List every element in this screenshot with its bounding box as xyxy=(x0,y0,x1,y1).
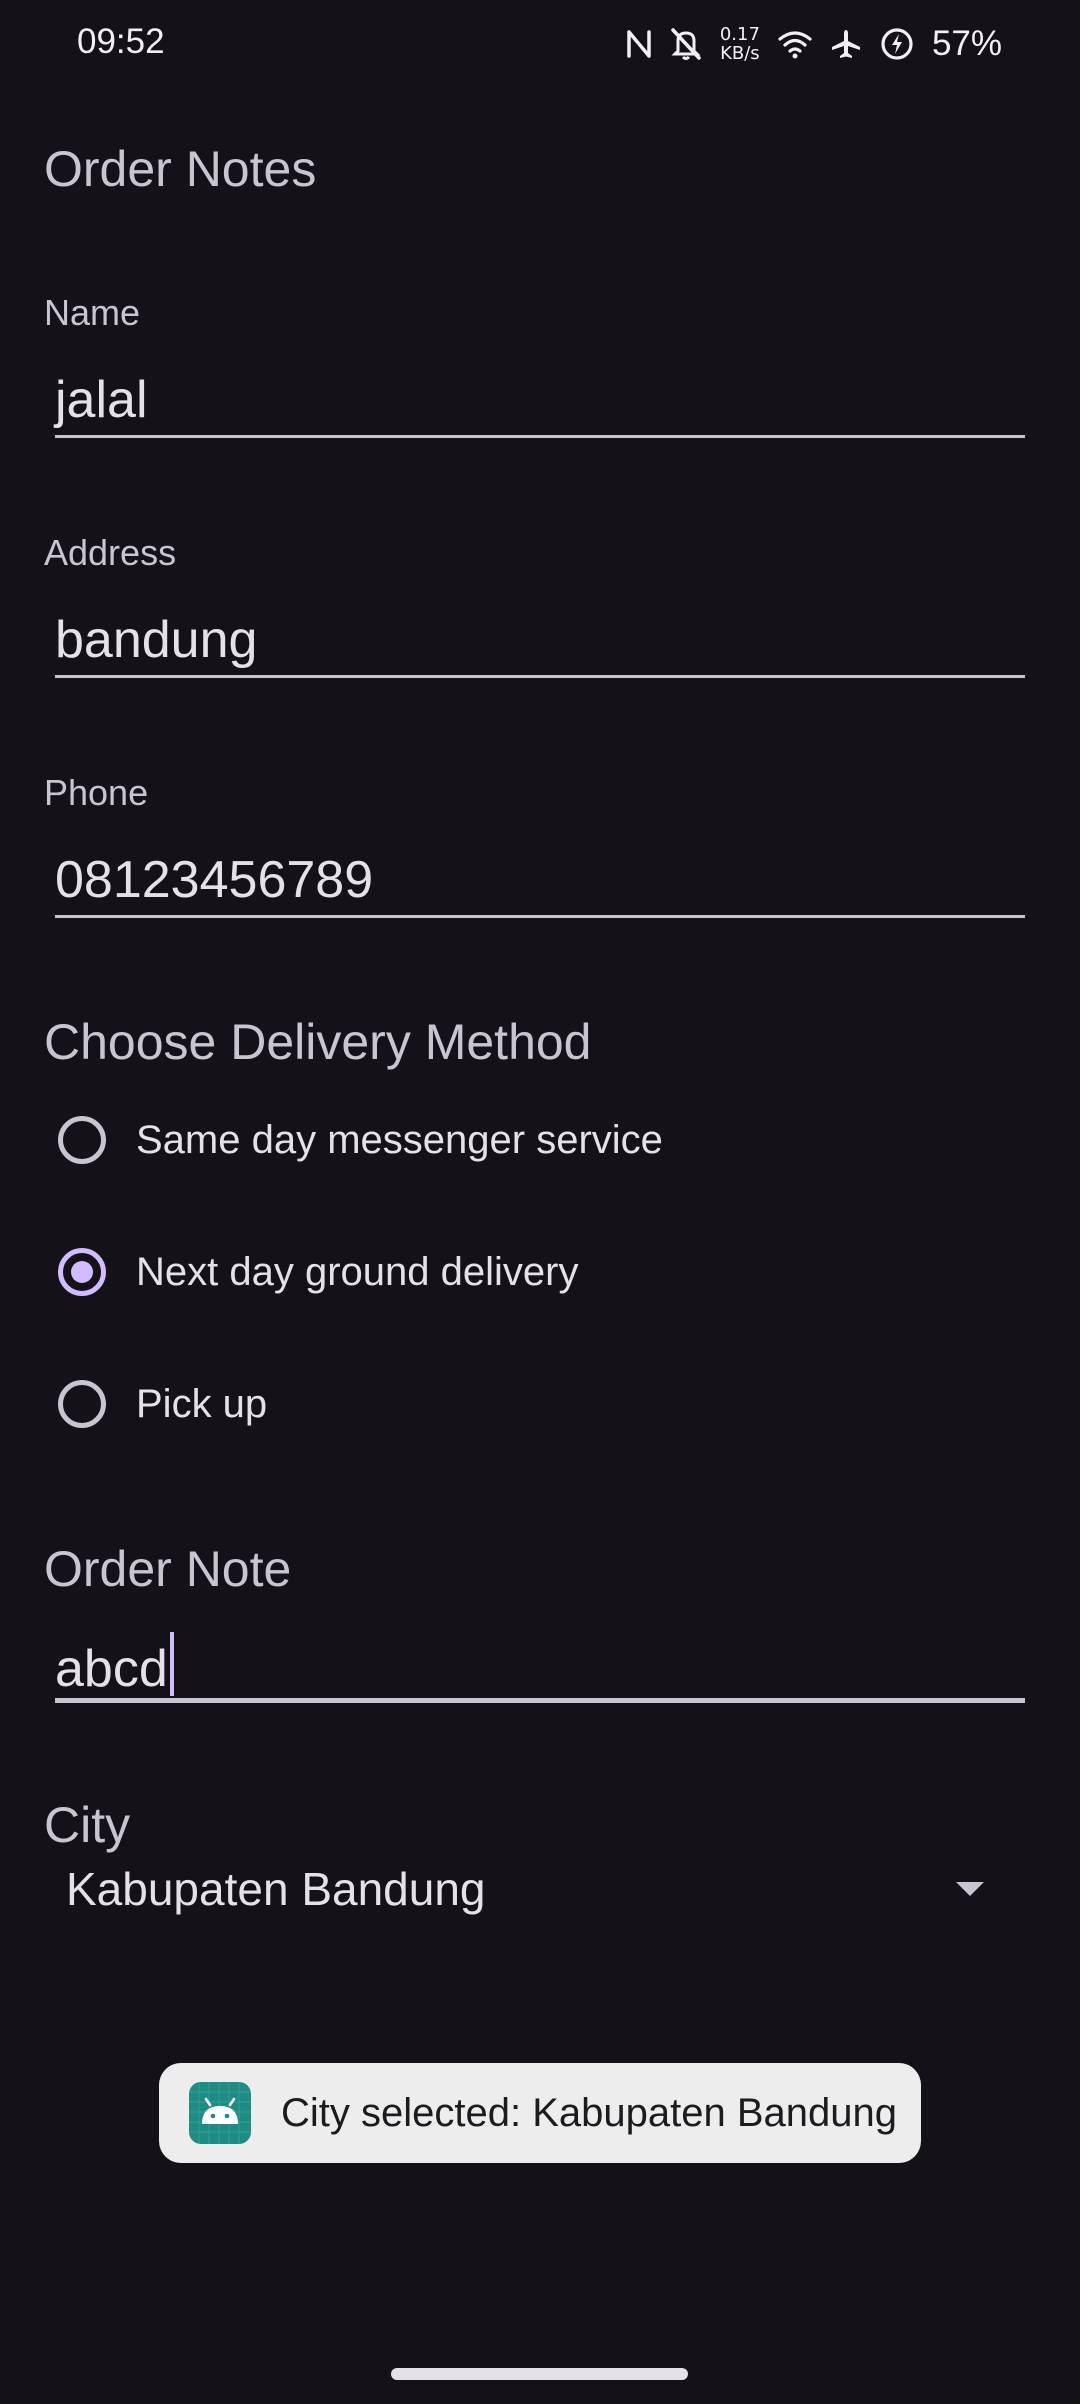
order-note-field[interactable]: abcd xyxy=(55,1632,174,1699)
phone-label: Phone xyxy=(44,772,149,813)
status-bar: 09:52 0.17 KB/s 57% xyxy=(0,0,1080,90)
city-selected-value: Kabupaten Bandung xyxy=(66,1863,486,1915)
net-speed-value: 0.17 xyxy=(719,24,760,45)
battery-percent: 57% xyxy=(931,24,1002,63)
gesture-nav-handle[interactable] xyxy=(391,2368,688,2380)
address-field[interactable]: bandung xyxy=(55,610,257,670)
name-field-underline xyxy=(55,435,1025,438)
order-note-underline xyxy=(55,1698,1025,1703)
city-label: City xyxy=(44,1797,131,1853)
battery-saver-icon xyxy=(880,27,914,61)
radio-label: Pick up xyxy=(136,1381,268,1426)
order-note-label: Order Note xyxy=(44,1541,292,1597)
delivery-option-pick-up[interactable]: Pick up xyxy=(58,1374,267,1434)
status-time: 09:52 xyxy=(77,22,165,61)
dropdown-arrow-icon xyxy=(956,1882,984,1896)
city-spinner[interactable]: Kabupaten Bandung xyxy=(44,1850,1014,1930)
radio-button[interactable] xyxy=(58,1116,106,1164)
phone-field[interactable]: 08123456789 xyxy=(55,850,373,910)
address-label: Address xyxy=(44,532,177,573)
wifi-icon xyxy=(778,29,812,59)
radio-label: Same day messenger service xyxy=(136,1117,663,1162)
bell-off-icon xyxy=(670,27,702,61)
nfc-icon xyxy=(626,28,652,60)
toast-message: City selected: Kabupaten Bandung xyxy=(281,2090,897,2135)
name-label: Name xyxy=(44,292,141,333)
android-app-icon xyxy=(189,2082,251,2144)
radio-label: Next day ground delivery xyxy=(136,1249,579,1294)
text-cursor xyxy=(169,1632,174,1696)
delivery-method-title: Choose Delivery Method xyxy=(44,1014,592,1070)
radio-button-checked[interactable] xyxy=(58,1248,106,1296)
order-note-text: abcd xyxy=(55,1640,168,1698)
address-field-underline xyxy=(55,675,1025,678)
name-field[interactable]: jalal xyxy=(55,370,148,430)
delivery-option-same-day[interactable]: Same day messenger service xyxy=(58,1110,663,1170)
net-speed-unit: KB/s xyxy=(720,43,760,64)
phone-field-underline xyxy=(55,915,1025,918)
page-title: Order Notes xyxy=(44,141,317,197)
status-icons: 0.17 KB/s 57% xyxy=(626,18,1002,70)
airplane-icon xyxy=(830,28,862,60)
delivery-option-next-day[interactable]: Next day ground delivery xyxy=(58,1242,578,1302)
toast: City selected: Kabupaten Bandung xyxy=(159,2063,921,2163)
radio-button[interactable] xyxy=(58,1380,106,1428)
net-speed: 0.17 KB/s xyxy=(720,25,760,63)
